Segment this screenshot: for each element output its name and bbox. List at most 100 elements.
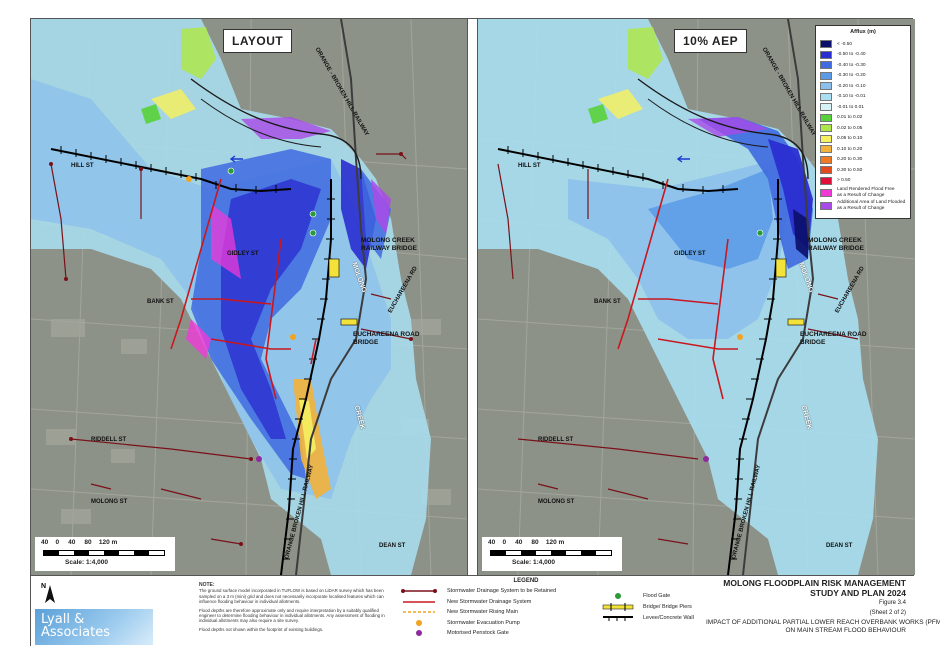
sheet-number: (Sheet 2 of 2) (869, 609, 906, 616)
scale-ratio: Scale: 1:4,000 (65, 559, 109, 566)
afflux-swatch (820, 188, 832, 197)
afflux-swatch (820, 82, 832, 91)
afflux-swatch (820, 50, 832, 59)
afflux-swatch (820, 124, 832, 133)
afflux-legend-item: -0.50 to -0.40 (820, 50, 906, 61)
afflux-legend-item: -0.01 to 0.01 (820, 102, 906, 113)
drawing-subtitle: IMPACT OF ADDITIONAL PARTIAL LOWER REACH… (706, 619, 940, 634)
afflux-legend: Afflux (m) < -0.50 -0.50 to -0.40 -0.40 to… (815, 25, 911, 219)
afflux-label: 0.05 to 0.10 (837, 136, 863, 141)
map-note: NOTE: The ground surface model incorpora… (199, 582, 395, 632)
map-panel-layout[interactable]: LAYOUT HILL ST GIDLEY ST BANK ST RIDDELL… (31, 19, 468, 575)
afflux-legend-item: Land Rendered Flood Free as a Result of … (820, 186, 906, 199)
afflux-legend-item: -0.40 to -0.30 (820, 60, 906, 71)
evacuation-pump-icon (401, 619, 437, 627)
afflux-label: Land Rendered Flood Free as a Result of … (837, 187, 895, 198)
afflux-swatch (820, 134, 832, 143)
afflux-legend-item: > 0.50 (820, 176, 906, 187)
afflux-label: 0.20 to 0.30 (837, 157, 863, 162)
scale-ratio: Scale: 1:4,000 (512, 559, 556, 566)
panel-title: LAYOUT (223, 29, 293, 53)
afflux-legend-item: 0.30 to 0.50 (820, 165, 906, 176)
afflux-swatch (820, 201, 832, 210)
scale-bar: 40 0 40 80 120 m Scale: 1:4,000 (482, 537, 622, 571)
legend-item: Stormwater Drainage System to be Retaine… (401, 586, 591, 597)
street-label-hill: HILL ST (71, 163, 94, 169)
street-label-bank: BANK ST (594, 299, 621, 305)
legend-item: Stormwater Evacuation Pump (401, 618, 591, 629)
company-logo: Lyall & Associates (35, 609, 153, 645)
callout-railway-bridge: MOLONG CREEK RAILWAY BRIDGE (361, 237, 417, 252)
afflux-label: < -0.50 (837, 41, 853, 47)
retained-drainage-icon (401, 587, 437, 595)
afflux-label: -0.50 to -0.40 (837, 52, 866, 57)
scale-bar-graphic (490, 550, 612, 556)
svg-text:N: N (41, 583, 46, 590)
north-arrow-icon: N (41, 583, 55, 603)
street-label-bank: BANK ST (147, 299, 174, 305)
afflux-legend-item: 0.01 to 0.02 (820, 113, 906, 124)
scale-bar: 40 0 40 80 120 m Scale: 1:4,000 (35, 537, 175, 571)
afflux-swatch (820, 61, 832, 70)
scale-ticks: 40 0 40 80 120 m (41, 539, 118, 546)
new-drainage-icon (401, 598, 437, 606)
legend-item: New Stormwater Rising Main (401, 607, 591, 618)
levee-wall-icon (601, 614, 635, 622)
afflux-legend-item: Additional Area of Land Flooded as a Res… (820, 199, 906, 212)
scale-ticks: 40 0 40 80 120 m (488, 539, 565, 546)
afflux-swatch (820, 71, 832, 80)
afflux-label: -0.10 to -0.01 (837, 94, 866, 99)
afflux-swatch (820, 103, 832, 112)
legend-item: Motorised Penstock Gate (401, 628, 591, 639)
afflux-legend-rows: < -0.50 -0.50 to -0.40 -0.40 to -0.30 -0.30… (820, 39, 906, 212)
panel-title: 10% AEP (674, 29, 748, 53)
afflux-legend-item: -0.10 to -0.01 (820, 92, 906, 103)
callout-railway-bridge: MOLONG CREEK RAILWAY BRIDGE (808, 237, 864, 252)
note-paragraph-3: Flood depths not shown within the footpr… (199, 626, 324, 632)
scale-bar-graphic (43, 550, 165, 556)
afflux-swatch (820, 176, 832, 185)
street-label-gidley: GIDLEY ST (674, 251, 706, 257)
flood-gate-icon (601, 592, 635, 600)
afflux-label: > 0.50 (837, 178, 851, 183)
legend-heading: LEGEND (513, 578, 539, 584)
infrastructure-legend: LEGEND Stormwater Drainage System to be … (401, 578, 591, 639)
afflux-label: -0.20 to -0.10 (837, 83, 866, 89)
street-label-dean: DEAN ST (826, 543, 853, 549)
street-label-molong-st: MOLONG ST (91, 499, 128, 505)
street-label-hill: HILL ST (518, 163, 541, 169)
afflux-label: 0.02 to 0.05 (837, 125, 863, 131)
afflux-legend-item: 0.05 to 0.10 (820, 134, 906, 145)
drawing-title: MOLONG FLOODPLAIN RISK MANAGEMENT STUDY … (723, 578, 906, 598)
bridge-piers-icon (601, 602, 635, 611)
street-label-gidley: GIDLEY ST (227, 251, 259, 257)
legend-item: New Stormwater Drainage System (401, 597, 591, 608)
note-paragraph-2: Flood depths are therefore approximate o… (199, 607, 385, 624)
map-sheet: LAYOUT HILL ST GIDLEY ST BANK ST RIDDELL… (30, 18, 940, 648)
street-label-molong-st: MOLONG ST (538, 499, 575, 505)
afflux-swatch (820, 113, 832, 122)
afflux-swatch (820, 155, 832, 164)
afflux-label: 0.10 to 0.20 (837, 146, 863, 152)
afflux-legend-item: < -0.50 (820, 39, 906, 50)
figure-number: Figure 3.4 (878, 600, 906, 606)
afflux-swatch (820, 145, 832, 154)
afflux-legend-item: 0.20 to 0.30 (820, 155, 906, 166)
afflux-legend-item: 0.02 to 0.05 (820, 123, 906, 134)
afflux-label: Additional Area of Land Flooded as a Res… (837, 200, 906, 211)
afflux-swatch (820, 166, 832, 175)
street-label-riddell: RIDDELL ST (538, 437, 574, 443)
street-label-dean: DEAN ST (379, 543, 406, 549)
callout-road-bridge: EUCHAREENA ROAD BRIDGE (353, 331, 420, 346)
street-label-riddell: RIDDELL ST (91, 437, 127, 443)
afflux-swatch (820, 92, 832, 101)
drawing-title-block: MOLONG FLOODPLAIN RISK MANAGEMENT STUDY … (706, 578, 940, 635)
note-paragraph-1: The ground surface model incorporated in… (199, 588, 384, 605)
callout-road-bridge: EUCHAREENA ROAD BRIDGE (800, 331, 867, 346)
afflux-label: 0.01 to 0.02 (837, 115, 863, 120)
map-panel-10-aep[interactable]: 10% AEP HILL ST GIDLEY ST BANK ST RIDDEL… (477, 19, 915, 575)
afflux-label: -0.01 to 0.01 (837, 104, 864, 110)
afflux-label: 0.30 to 0.50 (837, 167, 863, 173)
note-heading: NOTE: (199, 582, 215, 588)
title-block-strip: N Lyall & Associates NOTE: The ground su… (31, 575, 940, 648)
